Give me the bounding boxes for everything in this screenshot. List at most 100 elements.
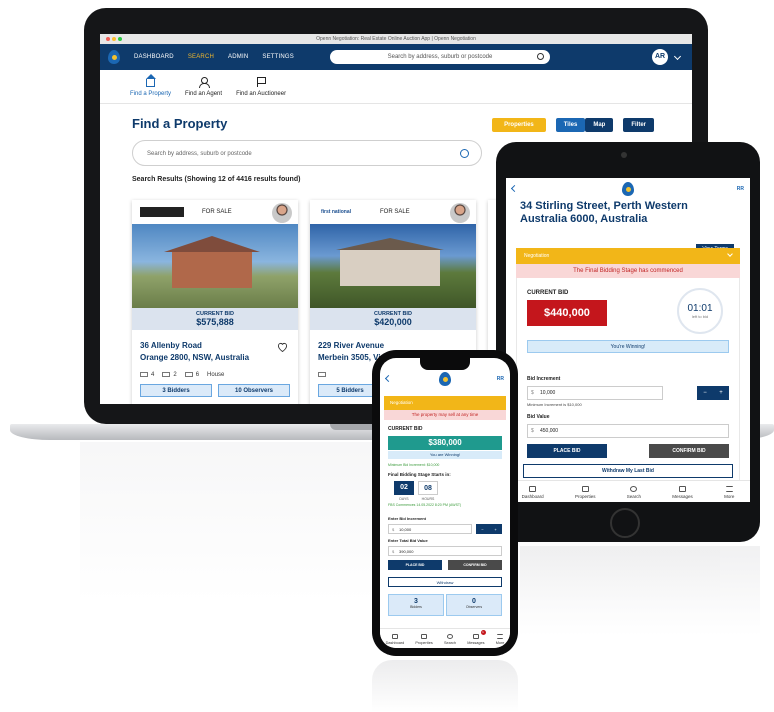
nav-settings[interactable]: SETTINGS <box>262 54 294 60</box>
negotiation-label: Negotiation <box>524 253 550 259</box>
tab-label: More <box>724 494 735 499</box>
current-bid-strip: CURRENT BID $420,000 <box>310 308 476 330</box>
bed-icon: 4 <box>140 372 154 378</box>
place-bid-button[interactable]: PLACE BID <box>527 444 607 458</box>
camera-icon <box>621 152 627 158</box>
house-icon <box>581 486 589 492</box>
winning-banner: You are Winning! <box>388 451 502 459</box>
baths-count: 2 <box>173 372 177 379</box>
property-address[interactable]: 36 Allenby Road Orange 2800, NSW, Austra… <box>132 330 298 364</box>
bidders-button[interactable]: 3 Bidders <box>140 384 212 398</box>
tab-label: Find a Property <box>130 91 172 97</box>
filter-button[interactable]: Filter <box>623 118 654 132</box>
tab-messages[interactable]: Messages <box>672 486 693 499</box>
map-button[interactable]: Map <box>585 118 614 132</box>
increment-stepper[interactable]: − + <box>476 524 502 534</box>
nav-search[interactable]: SEARCH <box>188 54 214 60</box>
withdraw-bid-button[interactable]: Withdraw My Last Bid <box>523 464 733 478</box>
back-icon[interactable] <box>510 184 519 193</box>
total-input[interactable]: 390,000 <box>388 546 502 556</box>
avatar[interactable]: AR <box>652 49 668 65</box>
tab-properties[interactable]: Properties <box>574 486 596 499</box>
property-photo[interactable] <box>310 224 476 308</box>
cars-count: 6 <box>195 372 200 379</box>
increment-input[interactable]: 10,000 <box>388 524 472 534</box>
observers-stat[interactable]: 0 Observers <box>446 594 502 616</box>
property-card[interactable]: FOR SALE CURRENT BID $575,888 36 Allenby… <box>132 200 298 404</box>
increment-stepper[interactable]: − + <box>697 386 729 400</box>
bidders-stat[interactable]: 3 Bidders <box>388 594 444 616</box>
nav-admin[interactable]: ADMIN <box>228 54 248 60</box>
openn-logo-icon[interactable] <box>108 50 120 64</box>
subnav: Find a Property Find an Agent Find an Au… <box>100 70 692 104</box>
current-bid-strip: CURRENT BID $575,888 <box>132 308 298 330</box>
timer-label: left to bid <box>691 314 709 319</box>
negotiation-header[interactable]: Negotiation <box>516 248 740 264</box>
messages-badge: 1 <box>480 630 486 635</box>
tab-label: Properties <box>415 641 433 645</box>
tab-label: Properties <box>574 494 596 499</box>
tab-find-property[interactable]: Find a Property <box>130 74 172 97</box>
current-bid-value: $440,000 <box>527 300 607 326</box>
chevron-down-icon[interactable] <box>673 52 682 61</box>
observers-button[interactable]: 10 Observers <box>218 384 290 398</box>
plus-icon[interactable]: + <box>494 527 496 532</box>
confirm-bid-button[interactable]: CONFIRM BID <box>649 444 729 458</box>
tab-bar: Dashboard Properties Search 1 Messages Mo… <box>380 628 510 648</box>
people-icon <box>198 77 210 88</box>
bid-panel: CURRENT BID $380,000 You are Winning! Mi… <box>384 420 506 620</box>
card-header: FOR SALE <box>132 200 298 224</box>
current-bid-label: CURRENT BID <box>527 290 569 296</box>
properties-button[interactable]: Properties <box>492 118 546 132</box>
menu-icon <box>497 634 504 639</box>
property-search-input[interactable]: Search by address, suburb or postcode <box>132 140 482 166</box>
confirm-bid-button[interactable]: CONFIRM BID <box>448 560 502 570</box>
tab-messages[interactable]: 1 Messages <box>467 630 486 645</box>
place-bid-button[interactable]: PLACE BID <box>388 560 442 570</box>
current-bid-value: $575,888 <box>196 317 234 327</box>
agent-avatar[interactable] <box>272 203 292 223</box>
withdraw-button[interactable]: Withdraw <box>388 577 502 587</box>
countdown-timer: 01:01 left to bid <box>677 288 723 334</box>
nav-dashboard[interactable]: DASHBOARD <box>134 54 174 60</box>
tab-label: Dashboard <box>521 494 544 499</box>
min-increment-text: Minimum Bid Increment: $10,000 <box>388 463 440 467</box>
tab-find-agent[interactable]: Find an Agent <box>185 77 222 97</box>
negotiation-header[interactable]: Negotiation <box>384 396 506 410</box>
tab-more[interactable]: More <box>724 486 734 499</box>
back-icon[interactable] <box>384 374 393 383</box>
current-bid-label: CURRENT BID <box>388 426 423 432</box>
results-count: Search Results (Showing 12 of 4416 resul… <box>132 176 301 183</box>
address-line2: Orange 2800, NSW, Australia <box>140 353 250 362</box>
total-label: Enter Total Bid Value <box>388 538 428 543</box>
agent-avatar[interactable] <box>450 203 470 223</box>
bid-increment-input[interactable]: 10,000 <box>527 386 663 400</box>
heart-icon[interactable] <box>277 342 288 352</box>
property-photo[interactable] <box>132 224 298 308</box>
tab-search[interactable]: Search <box>627 486 641 499</box>
tablet-screen: RR 34 Stirling Street, Perth Western Aus… <box>506 178 750 502</box>
top-navbar: DASHBOARD SEARCH ADMIN SETTINGS Search b… <box>100 44 692 70</box>
minus-icon[interactable]: − <box>703 390 707 396</box>
tab-properties[interactable]: Properties <box>415 634 433 645</box>
plus-icon[interactable]: + <box>719 390 723 396</box>
bid-value-input[interactable]: 450,000 <box>527 424 729 438</box>
window-controls[interactable] <box>106 37 122 41</box>
hours-count: 08 <box>418 481 438 495</box>
flag-icon <box>256 77 266 87</box>
tab-dashboard[interactable]: Dashboard <box>386 634 404 645</box>
phone-reflection <box>372 660 518 712</box>
minus-icon[interactable]: − <box>481 527 483 532</box>
tiles-button[interactable]: Tiles <box>555 118 586 132</box>
final-stage-label: Final Bidding Stage Starts in: <box>388 472 451 477</box>
nav-search-input[interactable]: Search by address, suburb or postcode <box>330 50 550 64</box>
tab-more[interactable]: More <box>496 634 504 645</box>
tab-search[interactable]: Search <box>444 634 456 645</box>
home-button[interactable] <box>610 508 640 538</box>
current-bid-value: $380,000 <box>388 436 502 450</box>
tab-dashboard[interactable]: Dashboard <box>522 486 544 499</box>
user-initials[interactable]: RR <box>737 186 744 192</box>
bed-icon <box>318 372 329 378</box>
tab-find-auctioneer[interactable]: Find an Auctioneer <box>236 77 286 97</box>
user-initials[interactable]: RR <box>497 376 504 382</box>
